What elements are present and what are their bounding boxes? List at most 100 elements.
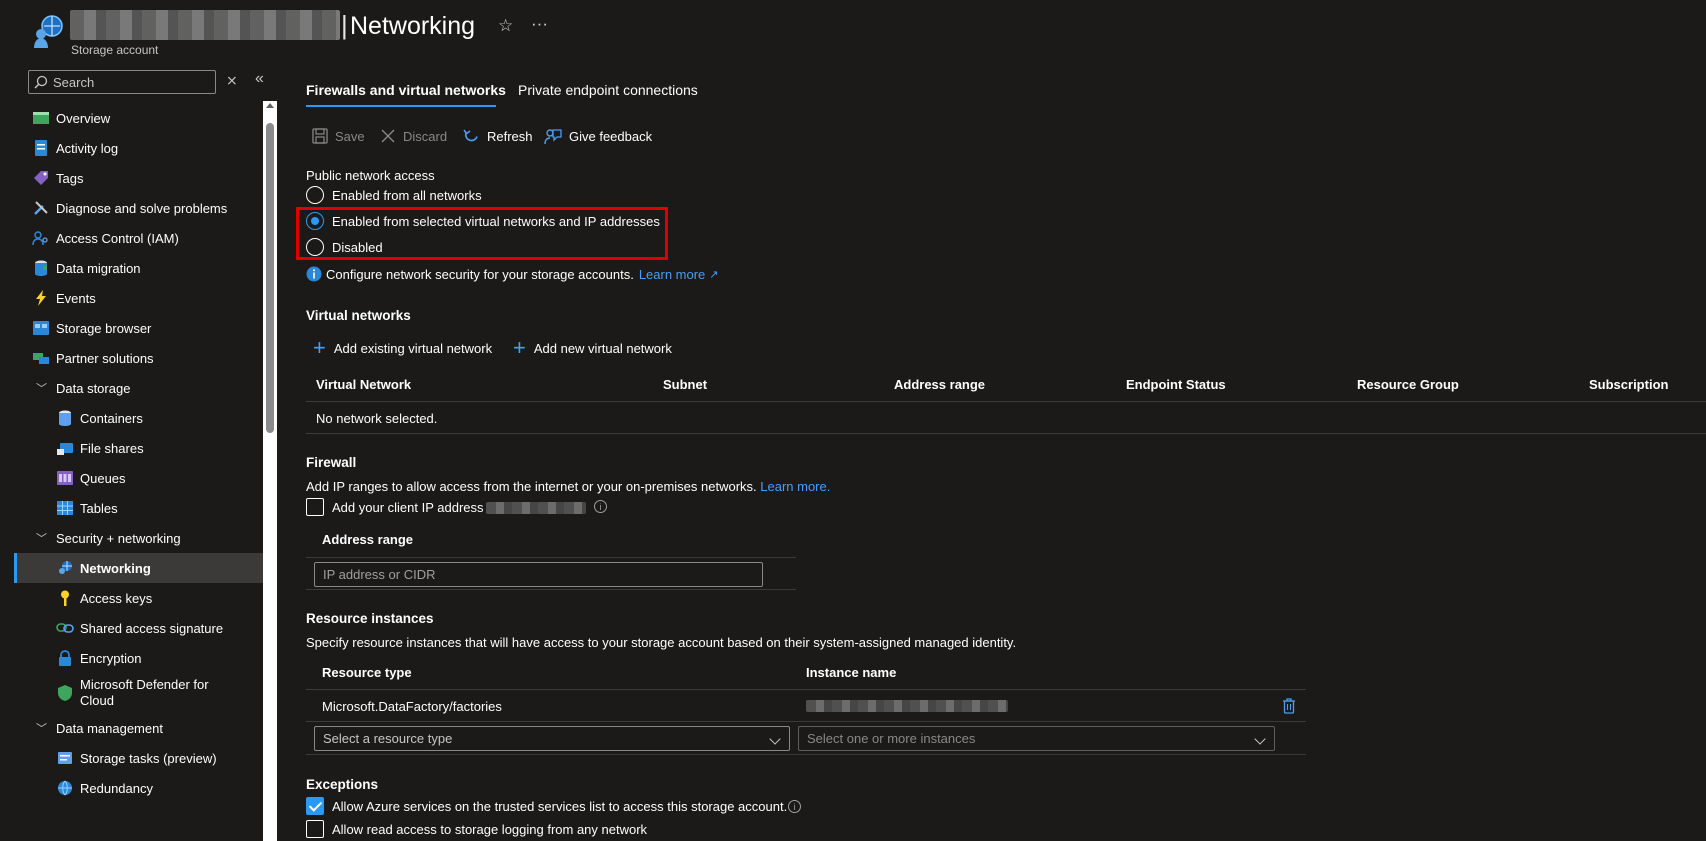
favorite-star-icon[interactable]: ☆ — [498, 16, 513, 36]
sidebar-item-networking[interactable]: Networking — [14, 553, 263, 583]
add-existing-virtual-network-button[interactable]: + Add existing virtual network — [313, 337, 492, 359]
sidebar-item-overview[interactable]: Overview — [14, 103, 263, 133]
sidebar-item-partner-solutions[interactable]: Partner solutions — [14, 343, 263, 373]
sidebar-group-data-storage[interactable]: ﹀ Data storage — [14, 373, 263, 403]
divider — [306, 557, 796, 558]
empty-network-message: No network selected. — [316, 411, 438, 426]
divider — [306, 401, 1706, 402]
sidebar-item-encryption[interactable]: Encryption — [14, 643, 263, 673]
sidebar-item-storage-browser[interactable]: Storage browser — [14, 313, 263, 343]
chevron-down-icon: ﹀ — [36, 533, 47, 545]
radio-enabled-all-networks[interactable]: Enabled from all networks — [306, 186, 482, 204]
info-icon[interactable]: i — [788, 800, 801, 813]
info-icon[interactable]: i — [594, 500, 607, 513]
storage-browser-icon — [32, 319, 50, 337]
sidebar-item-containers[interactable]: Containers — [14, 403, 263, 433]
exceptions-title: Exceptions — [306, 777, 379, 792]
title-separator: | — [341, 10, 348, 40]
tab-private-endpoint-connections[interactable]: Private endpoint connections — [518, 82, 698, 98]
sidebar-item-tags[interactable]: Tags — [14, 163, 263, 193]
page-title: Networking — [350, 12, 476, 40]
containers-icon — [56, 409, 74, 427]
scroll-up-arrow-icon[interactable] — [266, 103, 274, 108]
column-header: Address range — [894, 377, 986, 392]
key-icon — [56, 589, 74, 607]
firewall-learn-more-link[interactable]: Learn more. — [760, 479, 830, 494]
divider — [306, 754, 1306, 755]
resource-instances-description: Specify resource instances that will hav… — [306, 635, 1017, 650]
column-header: Endpoint Status — [1126, 377, 1226, 392]
search-icon — [34, 75, 48, 89]
column-header: Virtual Network — [316, 377, 412, 392]
sidebar-item-iam[interactable]: Access Control (IAM) — [14, 223, 263, 253]
highlight-annotation — [296, 207, 668, 260]
add-new-virtual-network-button[interactable]: + Add new virtual network — [513, 337, 672, 359]
column-header: Subnet — [663, 377, 708, 392]
address-range-field[interactable] — [314, 562, 763, 587]
active-tab-indicator — [306, 105, 496, 107]
sidebar-item-file-shares[interactable]: File shares — [14, 433, 263, 463]
sidebar-search[interactable] — [28, 70, 216, 94]
sidebar-item-activity-log[interactable]: Activity log — [14, 133, 263, 163]
tag-icon — [32, 169, 50, 187]
scrollbar-thumb[interactable] — [266, 123, 274, 433]
tab-firewalls-virtual-networks[interactable]: Firewalls and virtual networks — [306, 82, 506, 98]
allow-trusted-services-checkbox[interactable]: Allow Azure services on the trusted serv… — [306, 797, 787, 815]
firewall-description: Add IP ranges to allow access from the i… — [306, 479, 831, 494]
globe-icon — [56, 779, 74, 797]
clear-search-icon[interactable]: ⨯ — [226, 72, 238, 89]
resource-instances-title: Resource instances — [306, 611, 434, 626]
sidebar-item-data-migration[interactable]: Data migration — [14, 253, 263, 283]
instance-name-header: Instance name — [806, 665, 897, 680]
sidebar-item-diagnose[interactable]: Diagnose and solve problems — [14, 193, 263, 223]
learn-more-link[interactable]: Learn more — [639, 267, 705, 282]
file-shares-icon — [56, 439, 74, 457]
sidebar-item-access-keys[interactable]: Access keys — [14, 583, 263, 613]
resource-type-dropdown[interactable]: Select a resource type — [314, 726, 790, 751]
divider — [306, 589, 796, 590]
column-header: Resource Group — [1357, 377, 1459, 392]
sidebar-item-tables[interactable]: Tables — [14, 493, 263, 523]
plus-icon: + — [313, 335, 326, 360]
add-client-ip-checkbox[interactable]: Add your client IP address — [306, 498, 484, 516]
save-button[interactable]: Save — [312, 128, 365, 144]
resource-type-header: Resource type — [322, 665, 412, 680]
redacted-account-name — [70, 10, 340, 40]
sidebar-item-redundancy[interactable]: Redundancy — [14, 773, 263, 803]
link-icon — [56, 619, 74, 637]
divider — [306, 689, 1306, 690]
virtual-networks-title: Virtual networks — [306, 308, 411, 323]
close-icon — [381, 129, 395, 143]
partner-solutions-icon — [32, 349, 50, 367]
sidebar-item-storage-tasks[interactable]: Storage tasks (preview) — [14, 743, 263, 773]
delete-trash-icon[interactable] — [1282, 698, 1296, 714]
networking-icon — [34, 15, 63, 48]
sidebar-item-events[interactable]: Events — [14, 283, 263, 313]
discard-button[interactable]: Discard — [380, 128, 447, 144]
redacted-client-ip — [486, 502, 586, 514]
refresh-icon — [463, 129, 478, 142]
more-options-icon[interactable]: ··· — [531, 14, 548, 34]
sidebar-item-shared-access-signature[interactable]: Shared access signature — [14, 613, 263, 643]
sidebar-group-data-management[interactable]: ﹀ Data management — [14, 713, 263, 743]
collapse-sidebar-icon[interactable]: « — [255, 70, 264, 88]
checkbox-box — [306, 820, 324, 838]
sidebar-item-defender[interactable]: Microsoft Defender for Cloud — [14, 673, 263, 713]
instances-dropdown[interactable]: Select one or more instances — [798, 726, 1275, 751]
queues-icon — [56, 469, 74, 487]
allow-read-logging-checkbox[interactable]: Allow read access to storage logging fro… — [306, 820, 647, 838]
lightning-icon — [32, 289, 50, 307]
sidebar-item-queues[interactable]: Queues — [14, 463, 263, 493]
data-migration-icon — [32, 259, 50, 277]
search-input[interactable] — [53, 73, 211, 91]
column-header: Subscription — [1589, 377, 1669, 392]
ip-cidr-input[interactable] — [315, 563, 762, 586]
address-range-header: Address range — [322, 532, 414, 547]
chevron-down-icon — [769, 733, 781, 745]
give-feedback-button[interactable]: Give feedback — [544, 128, 652, 145]
sidebar-group-security-networking[interactable]: ﹀ Security + networking — [14, 523, 263, 553]
checkbox-box — [306, 498, 324, 516]
refresh-button[interactable]: Refresh — [463, 128, 533, 145]
sidebar-nav: Overview Activity log Tags Diagnose and … — [14, 101, 263, 841]
sidebar-scrollbar[interactable] — [263, 101, 277, 841]
